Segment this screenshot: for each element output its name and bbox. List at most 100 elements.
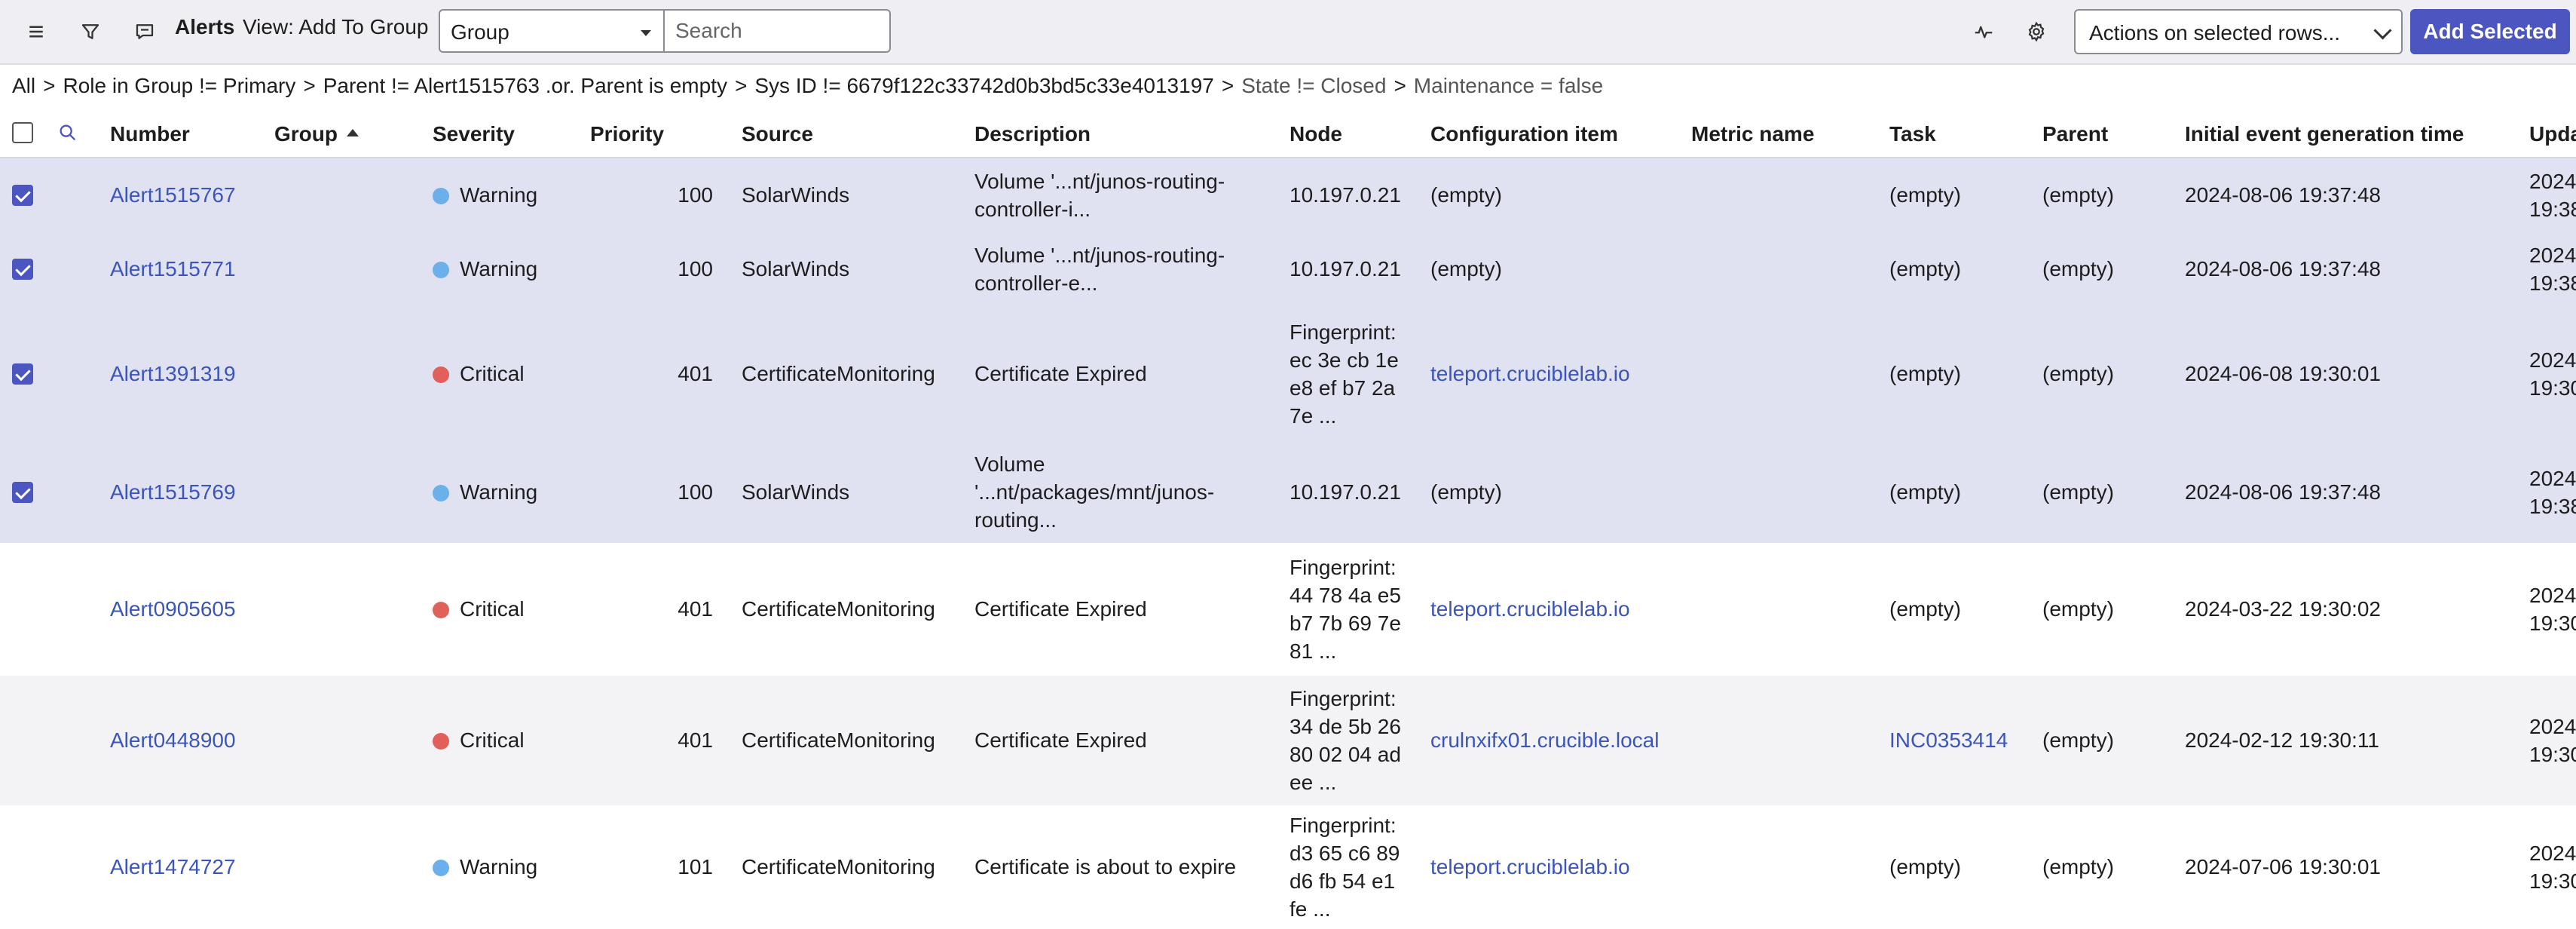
row-checkbox[interactable] bbox=[12, 599, 33, 620]
group-select-value: Group bbox=[451, 20, 509, 44]
column-header-configuration-item[interactable]: Configuration item bbox=[1430, 122, 1618, 146]
column-header-description[interactable]: Description bbox=[974, 122, 1091, 146]
actions-select[interactable]: Actions on selected rows... bbox=[2074, 9, 2403, 54]
severity-cell: Warning bbox=[433, 183, 537, 207]
column-header-parent[interactable]: Parent bbox=[2042, 122, 2108, 146]
column-header-number[interactable]: Number bbox=[110, 122, 190, 146]
table-row[interactable]: Alert1515769 Warning 100 SolarWinds Volume '.… bbox=[0, 442, 2576, 543]
column-header-metric-name[interactable]: Metric name bbox=[1691, 122, 1814, 146]
severity-label: Warning bbox=[460, 855, 538, 878]
column-search-icon[interactable] bbox=[57, 122, 78, 143]
column-header-task[interactable]: Task bbox=[1889, 122, 1936, 146]
updated-line: 2024 bbox=[2529, 467, 2576, 490]
configuration-item-cell[interactable]: teleport.cruciblelab.io bbox=[1430, 855, 1630, 879]
alert-number-link[interactable]: Alert1515769 bbox=[110, 480, 236, 504]
updated-cell: 2024 19:30 bbox=[2529, 346, 2576, 402]
column-header-priority[interactable]: Priority bbox=[590, 122, 664, 146]
node-line: 81 ... bbox=[1290, 639, 1337, 663]
alert-number-link[interactable]: Alert1474727 bbox=[110, 855, 236, 879]
alert-number-link[interactable]: Alert1515771 bbox=[110, 257, 236, 281]
row-checkbox[interactable] bbox=[12, 482, 33, 503]
description-line: Certificate Expired bbox=[974, 362, 1147, 385]
row-checkbox[interactable] bbox=[12, 363, 33, 385]
alert-number-link[interactable]: Alert0448900 bbox=[110, 728, 236, 753]
priority-cell: 401 bbox=[678, 362, 713, 385]
node-line: 10.197.0.21 bbox=[1290, 480, 1401, 504]
description-line: Volume bbox=[974, 452, 1045, 476]
table-row[interactable]: Alert1515771 Warning 100 SolarWinds Volume '… bbox=[0, 232, 2576, 306]
chat-bubble-icon[interactable] bbox=[124, 11, 166, 53]
updated-cell: 2024 19:38 bbox=[2529, 464, 2576, 520]
alert-number-link[interactable]: Alert1515767 bbox=[110, 183, 236, 207]
updated-line: 2024 bbox=[2529, 715, 2576, 738]
description-cell: Certificate Expired bbox=[974, 360, 1276, 388]
configuration-item-cell: (empty) bbox=[1430, 480, 1502, 504]
breadcrumb-item[interactable]: Role in Group != Primary bbox=[63, 74, 295, 97]
node-line: 34 de 5b 26 bbox=[1290, 715, 1401, 738]
breadcrumb-item[interactable]: State != Closed bbox=[1241, 74, 1386, 97]
table-row[interactable]: Alert1391319 Critical 401 CertificateMonito… bbox=[0, 306, 2576, 442]
source-cell: CertificateMonitoring bbox=[742, 362, 935, 385]
table-row[interactable]: Alert1515767 Warning 100 SolarWinds Volume '… bbox=[0, 158, 2576, 232]
column-header-source[interactable]: Source bbox=[742, 122, 813, 146]
row-checkbox[interactable] bbox=[12, 730, 33, 751]
task-cell: (empty) bbox=[1889, 362, 1961, 385]
description-line: routing... bbox=[974, 508, 1057, 532]
parent-cell: (empty) bbox=[2042, 597, 2114, 621]
row-checkbox[interactable] bbox=[12, 857, 33, 878]
configuration-item-cell[interactable]: crulnxifx01.crucible.local bbox=[1430, 728, 1659, 753]
column-header-initial-event-time[interactable]: Initial event generation time bbox=[2185, 122, 2464, 146]
list-header: Alerts View: Add To Group Group Actions … bbox=[0, 0, 2576, 65]
column-header-severity[interactable]: Severity bbox=[433, 122, 515, 146]
task-cell[interactable]: INC0353414 bbox=[1889, 728, 2008, 753]
node-cell: Fingerprint: 44 78 4a e5 b7 7b 69 7e 81 ... bbox=[1290, 553, 1418, 665]
alert-number-link[interactable]: Alert1391319 bbox=[110, 362, 236, 386]
row-checkbox[interactable] bbox=[12, 259, 33, 280]
table-row[interactable]: Alert0905605 Critical 401 CertificateMonito… bbox=[0, 543, 2576, 676]
select-all-checkbox[interactable] bbox=[12, 122, 33, 143]
node-line: 10.197.0.21 bbox=[1290, 257, 1401, 281]
column-header-node[interactable]: Node bbox=[1290, 122, 1342, 146]
updated-line: 19:38 bbox=[2529, 495, 2576, 518]
parent-cell: (empty) bbox=[2042, 183, 2114, 207]
actions-select-value: Actions on selected rows... bbox=[2089, 21, 2341, 44]
initial-event-time-cell: 2024-06-08 19:30:01 bbox=[2185, 362, 2381, 385]
breadcrumb-item[interactable]: Parent != Alert1515763 .or. Parent is em… bbox=[323, 74, 727, 97]
breadcrumb-separator: > bbox=[1221, 74, 1234, 97]
group-field-select[interactable]: Group bbox=[439, 9, 665, 53]
hamburger-menu-icon[interactable] bbox=[15, 11, 57, 53]
updated-line: 19:30 bbox=[2529, 376, 2576, 400]
node-cell: 10.197.0.21 bbox=[1290, 478, 1418, 506]
configuration-item-cell[interactable]: teleport.cruciblelab.io bbox=[1430, 362, 1630, 386]
updated-line: 2024 bbox=[2529, 584, 2576, 607]
configuration-item-cell[interactable]: teleport.cruciblelab.io bbox=[1430, 597, 1630, 621]
updated-line: 2024 bbox=[2529, 348, 2576, 372]
breadcrumb-item[interactable]: All bbox=[12, 74, 35, 97]
activity-pulse-icon[interactable] bbox=[1963, 11, 2005, 53]
gear-icon[interactable] bbox=[2015, 11, 2057, 53]
column-header-group[interactable]: Group bbox=[274, 122, 359, 146]
alert-number-link[interactable]: Alert0905605 bbox=[110, 597, 236, 621]
description-line: controller-i... bbox=[974, 198, 1091, 221]
node-line: ee ... bbox=[1290, 771, 1337, 794]
table-row[interactable]: Alert0448900 Critical 401 CertificateMonito… bbox=[0, 676, 2576, 805]
priority-cell: 101 bbox=[678, 855, 713, 878]
node-line: Fingerprint: bbox=[1290, 556, 1397, 579]
node-line: Fingerprint: bbox=[1290, 687, 1397, 710]
table-row[interactable]: Alert1474727 Warning 101 CertificateMonitor… bbox=[0, 805, 2576, 929]
column-header-updated[interactable]: Upda bbox=[2529, 122, 2576, 146]
updated-line: 2024 bbox=[2529, 244, 2576, 267]
description-line: Certificate is about to expire bbox=[974, 855, 1237, 878]
breadcrumb-item[interactable]: Maintenance = false bbox=[1414, 74, 1603, 97]
parent-cell: (empty) bbox=[2042, 480, 2114, 504]
severity-cell: Critical bbox=[433, 728, 525, 753]
filter-icon[interactable] bbox=[69, 11, 112, 53]
row-checkbox[interactable] bbox=[12, 185, 33, 206]
description-line: controller-e... bbox=[974, 271, 1098, 295]
add-selected-button[interactable]: Add Selected bbox=[2410, 9, 2570, 54]
updated-cell: 2024 19:30 bbox=[2529, 713, 2576, 768]
updated-line: 19:38 bbox=[2529, 198, 2576, 221]
breadcrumb-item[interactable]: Sys ID != 6679f122c33742d0b3bd5c33e40131… bbox=[754, 74, 1214, 97]
severity-label: Warning bbox=[460, 480, 538, 504]
search-input[interactable] bbox=[665, 9, 891, 53]
